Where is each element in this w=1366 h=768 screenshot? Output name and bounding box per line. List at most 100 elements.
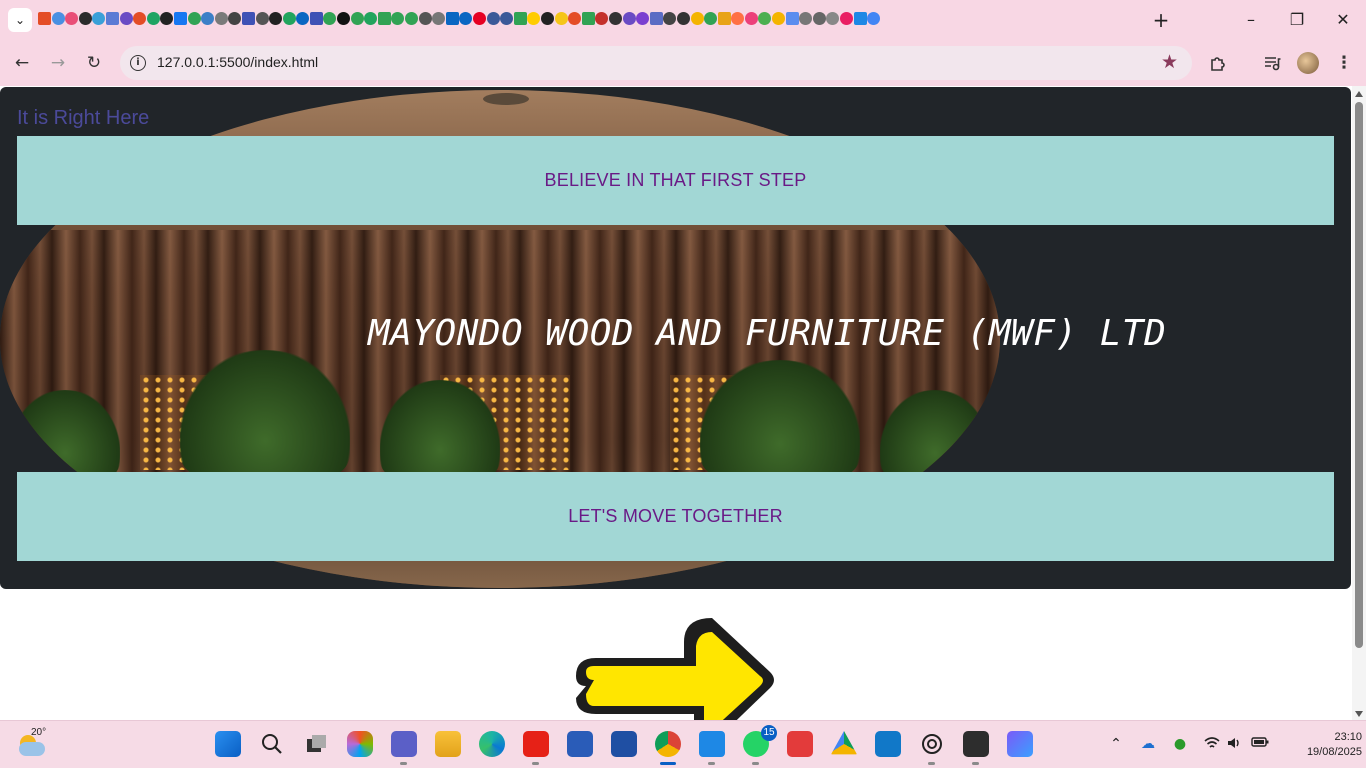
- pinned-tab-favicon[interactable]: [119, 12, 133, 25]
- pinned-tab-favicon[interactable]: [241, 12, 255, 25]
- menu-button[interactable]: ⋮: [1332, 51, 1356, 75]
- system-clock[interactable]: 23:10 19/08/2025: [1306, 730, 1362, 760]
- pinned-tab-favicon[interactable]: [201, 12, 215, 25]
- pinned-tab-favicon[interactable]: [717, 12, 731, 25]
- pinned-tab-favicon[interactable]: [622, 12, 636, 25]
- pinned-tab-favicon[interactable]: [160, 12, 174, 25]
- pinned-tab-favicon[interactable]: [173, 12, 187, 25]
- pinned-tab-favicon[interactable]: [663, 12, 677, 25]
- pinned-tab-favicon[interactable]: [704, 12, 718, 25]
- pinned-tab-favicon[interactable]: [459, 12, 473, 25]
- pinned-tab-favicon[interactable]: [78, 12, 92, 25]
- pinned-tab-favicon[interactable]: [146, 12, 160, 25]
- pinned-tab-favicon[interactable]: [772, 12, 786, 25]
- puzzle-icon[interactable]: [1206, 51, 1230, 75]
- url-text[interactable]: 127.0.0.1:5500/index.html: [157, 54, 318, 70]
- pinned-tab-favicon[interactable]: [255, 12, 269, 25]
- app-icon[interactable]: [875, 731, 901, 757]
- task-view-icon[interactable]: [303, 731, 329, 757]
- pinned-tab-favicon[interactable]: [758, 12, 772, 25]
- pinned-tab-favicon[interactable]: [785, 12, 799, 25]
- chrome-icon[interactable]: [655, 731, 681, 765]
- pinned-tab-favicon[interactable]: [214, 12, 228, 25]
- page-scrollbar[interactable]: [1352, 86, 1366, 720]
- pinned-tab-favicon[interactable]: [377, 12, 391, 25]
- pinned-tab-favicon[interactable]: [649, 12, 663, 25]
- maximize-button[interactable]: ❐: [1287, 10, 1307, 30]
- media-control-icon[interactable]: [1260, 51, 1284, 75]
- pinned-tab-favicon[interactable]: [445, 12, 459, 25]
- pinned-tab-favicon[interactable]: [867, 12, 881, 25]
- pinned-tab-favicon[interactable]: [744, 12, 758, 25]
- copilot-icon[interactable]: [347, 731, 373, 757]
- pinned-tab-favicon[interactable]: [432, 12, 446, 25]
- scroll-down-arrow[interactable]: [1355, 711, 1363, 717]
- news-app-icon[interactable]: [611, 731, 637, 757]
- pinned-tab-favicon[interactable]: [540, 12, 554, 25]
- pinned-tab-favicon[interactable]: [323, 12, 337, 25]
- pinned-tab-favicon[interactable]: [473, 12, 486, 25]
- wps-office-icon[interactable]: [787, 731, 813, 757]
- pinned-tab-favicon[interactable]: [105, 12, 119, 25]
- pinned-tab-favicon[interactable]: [228, 12, 242, 25]
- pinned-tab-favicon[interactable]: [812, 12, 826, 25]
- pinned-tab-favicon[interactable]: [731, 12, 745, 25]
- search-icon[interactable]: [259, 731, 285, 757]
- vscode-icon[interactable]: [699, 731, 725, 765]
- pinned-tab-favicon[interactable]: [337, 12, 351, 25]
- pinned-tab-favicon[interactable]: [826, 12, 840, 25]
- store-icon[interactable]: [567, 731, 593, 757]
- back-button[interactable]: ←: [10, 51, 34, 75]
- pinned-tab-favicon[interactable]: [500, 12, 514, 25]
- pinned-tab-favicon[interactable]: [581, 12, 595, 25]
- close-button[interactable]: ✕: [1333, 10, 1353, 30]
- pinned-tab-favicon[interactable]: [608, 12, 622, 25]
- pinned-tab-favicon[interactable]: [595, 12, 609, 25]
- pinned-tab-favicon[interactable]: [133, 12, 147, 25]
- pinned-tab-favicon[interactable]: [486, 12, 500, 25]
- pinned-tab-favicon[interactable]: [418, 12, 432, 25]
- whatsapp-icon[interactable]: 15: [743, 725, 777, 765]
- weather-widget[interactable]: 20°: [17, 727, 47, 759]
- pinned-tab-favicon[interactable]: [187, 12, 201, 25]
- terminal-icon[interactable]: [963, 731, 989, 765]
- minimize-button[interactable]: –: [1241, 10, 1261, 30]
- pinned-tab-favicon[interactable]: [296, 12, 310, 25]
- profile-avatar[interactable]: [1297, 52, 1319, 74]
- pinned-tab-favicon[interactable]: [92, 12, 106, 25]
- pinned-tab-favicon[interactable]: [405, 12, 419, 25]
- scroll-thumb[interactable]: [1355, 102, 1363, 648]
- forward-button[interactable]: →: [46, 51, 70, 75]
- pinned-tab-favicon[interactable]: [350, 12, 364, 25]
- address-bar[interactable]: i 127.0.0.1:5500/index.html ★: [120, 46, 1192, 80]
- pinned-tab-favicon[interactable]: [391, 12, 405, 25]
- pinned-tab-favicon[interactable]: [568, 12, 582, 25]
- teams-icon[interactable]: [391, 731, 417, 765]
- star-icon[interactable]: ★: [1161, 51, 1178, 73]
- status-icon[interactable]: ●: [1171, 736, 1189, 752]
- volume-icon[interactable]: [1225, 736, 1243, 754]
- pinned-tab-favicon[interactable]: [51, 12, 65, 25]
- new-tab-button[interactable]: +: [1151, 10, 1171, 30]
- pinned-tab-favicon[interactable]: [282, 12, 296, 25]
- chatgpt-icon[interactable]: [919, 731, 945, 765]
- battery-icon[interactable]: [1251, 736, 1269, 752]
- pinned-tab-favicon[interactable]: [364, 12, 378, 25]
- scroll-up-arrow[interactable]: [1355, 91, 1363, 97]
- pinned-tab-favicon[interactable]: [554, 12, 568, 25]
- file-explorer-icon[interactable]: [435, 731, 461, 757]
- onedrive-icon[interactable]: ☁: [1139, 736, 1157, 752]
- start-icon[interactable]: [215, 731, 241, 757]
- drive-icon[interactable]: [831, 731, 857, 755]
- site-brand[interactable]: It is Right Here: [17, 107, 149, 130]
- pinned-tab-favicon[interactable]: [513, 12, 527, 25]
- pinned-tab-favicon[interactable]: [65, 12, 79, 25]
- pinned-tab-favicon[interactable]: [690, 12, 704, 25]
- pinned-tab-favicon[interactable]: [799, 12, 813, 25]
- pinned-tab-favicon[interactable]: [527, 12, 541, 25]
- youtube-icon[interactable]: [523, 731, 549, 765]
- tab-search-button[interactable]: ⌄: [8, 8, 32, 32]
- site-info-icon[interactable]: i: [130, 55, 146, 71]
- pinned-tab-favicon[interactable]: [309, 12, 323, 25]
- wifi-icon[interactable]: [1203, 736, 1221, 754]
